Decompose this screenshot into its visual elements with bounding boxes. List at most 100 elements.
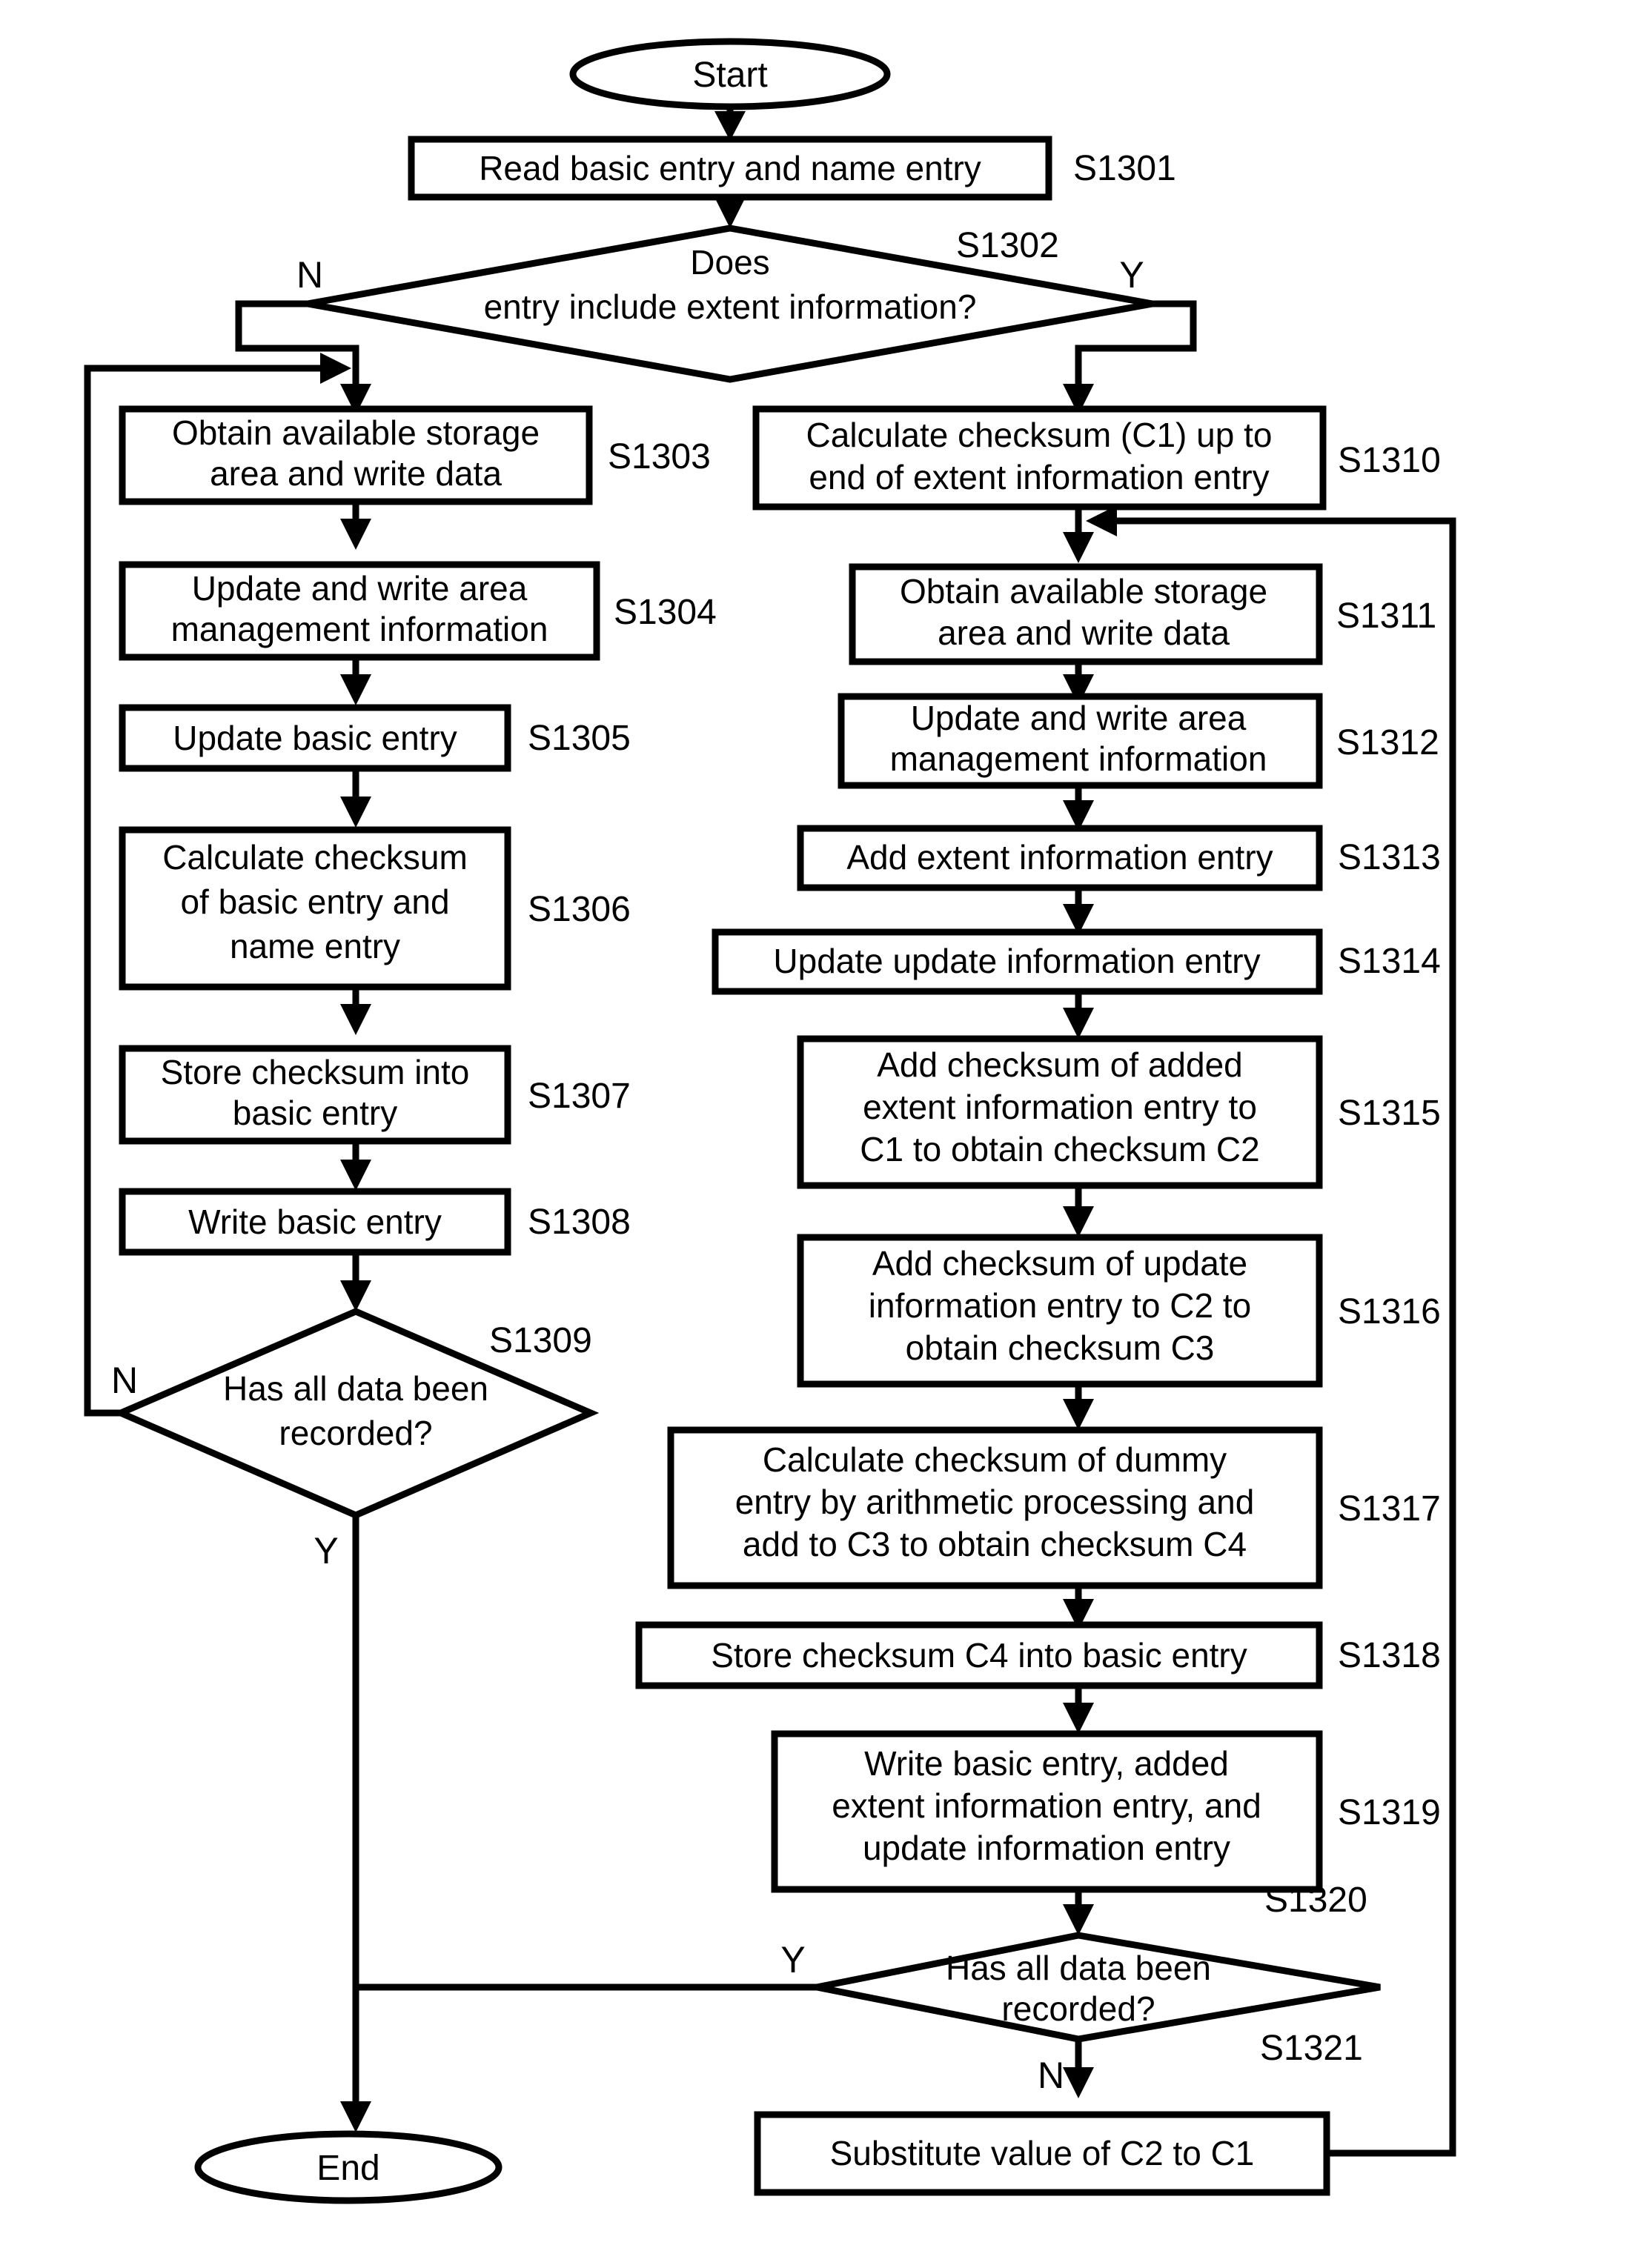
node-s1318: Store checksum C4 into basic entry S1318 — [635, 1621, 1441, 1689]
node-s1301-line-1: Read basic entry and name entry — [479, 149, 981, 187]
connector-s1316-to-s1317 — [1063, 1384, 1094, 1430]
node-s1315-line-2: extent information entry to — [863, 1088, 1257, 1126]
node-s1309-line-2: recorded? — [279, 1414, 432, 1452]
node-s1314-step-label: S1314 — [1338, 942, 1441, 981]
connector-s1304-to-s1305 — [340, 654, 371, 705]
connector-s1314-to-s1315 — [1063, 991, 1094, 1039]
node-s1308: Write basic entry S1308 — [119, 1188, 631, 1256]
node-s1316: Add checksum of update information entry… — [797, 1234, 1441, 1388]
node-s1310-line-1: Calculate checksum (C1) up to — [806, 416, 1273, 454]
node-s1318-step-label: S1318 — [1338, 1636, 1441, 1675]
node-s1309: Has all data been recorded? S1309 N Y — [111, 1308, 600, 1572]
node-s1320-step-label: S1320 — [1264, 1880, 1367, 1920]
node-s1317-line-3: add to C3 to obtain checksum C4 — [743, 1525, 1247, 1563]
node-s1304: Update and write area management informa… — [119, 561, 717, 661]
node-s1306-line-1: Calculate checksum — [162, 838, 468, 877]
node-s1319-line-2: extent information entry, and — [832, 1786, 1261, 1825]
node-s1312-line-1: Update and write area — [911, 699, 1247, 737]
node-s1306-line-2: of basic entry and — [180, 882, 449, 921]
connector-s1305-to-s1306 — [340, 767, 371, 828]
connector-s1307-to-s1308 — [340, 1141, 371, 1191]
node-s1313-step-label: S1313 — [1338, 838, 1441, 877]
node-s1307-line-1: Store checksum into — [161, 1053, 470, 1091]
node-s1304-line-1: Update and write area — [192, 569, 528, 608]
connector-s1309-yes-to-end — [340, 1515, 371, 2132]
node-s1321-line-1: Substitute value of C2 to C1 — [830, 2134, 1255, 2172]
s1309-yes-label: Y — [314, 1530, 338, 1572]
node-s1307-step-label: S1307 — [528, 1077, 631, 1116]
s1320-yes-label: Y — [780, 1939, 805, 1981]
node-s1308-line-1: Write basic entry — [188, 1203, 442, 1241]
node-s1302-line-2: entry include extent information? — [484, 287, 977, 326]
node-s1314: Update update information entry S1314 — [712, 928, 1441, 995]
end-terminal: End — [194, 2130, 503, 2204]
node-s1316-line-1: Add checksum of update — [872, 1244, 1247, 1283]
node-s1306-step-label: S1306 — [528, 890, 631, 929]
node-s1313: Add extent information entry S1313 — [797, 825, 1441, 891]
node-s1303-step-label: S1303 — [608, 437, 711, 476]
node-s1305: Update basic entry S1305 — [119, 704, 631, 772]
node-s1321: Substitute value of C2 to C1 S1321 — [754, 2029, 1363, 2196]
node-s1303-line-1: Obtain available storage — [172, 413, 540, 452]
node-s1315-step-label: S1315 — [1338, 1094, 1441, 1133]
node-s1303-line-2: area and write data — [210, 454, 502, 493]
node-s1303: Obtain available storage area and write … — [119, 405, 711, 505]
end-terminal-label: End — [316, 2149, 379, 2188]
node-s1307: Store checksum into basic entry S1307 — [119, 1045, 631, 1145]
node-s1315-line-3: C1 to obtain checksum C2 — [860, 1130, 1260, 1168]
node-s1302-step-label: S1302 — [956, 226, 1059, 265]
node-s1310-line-2: end of extent information entry — [809, 458, 1269, 496]
connector-s1302-no-branch — [235, 300, 371, 415]
s1309-no-label: N — [111, 1360, 138, 1401]
node-s1305-line-1: Update basic entry — [173, 719, 457, 757]
node-s1312: Update and write area management informa… — [838, 693, 1439, 789]
node-s1310: Calculate checksum (C1) up to end of ext… — [752, 405, 1441, 511]
node-s1312-line-2: management information — [890, 739, 1267, 778]
node-s1306: Calculate checksum of basic entry and na… — [119, 826, 631, 991]
node-s1302: Does entry include extent information? S… — [296, 225, 1153, 383]
node-s1308-step-label: S1308 — [528, 1203, 631, 1242]
node-s1311: Obtain available storage area and write … — [849, 563, 1436, 665]
node-s1319: Write basic entry, added extent informat… — [771, 1730, 1441, 1893]
connector-s1313-to-s1314 — [1063, 888, 1094, 935]
node-s1320-line-2: recorded? — [1001, 1989, 1155, 2028]
node-s1301-step-label: S1301 — [1073, 149, 1176, 188]
connector-s1315-to-s1316 — [1063, 1185, 1094, 1237]
node-s1301: Read basic entry and name entry S1301 — [408, 136, 1176, 201]
node-s1305-step-label: S1305 — [528, 719, 631, 758]
node-s1315-line-1: Add checksum of added — [877, 1045, 1243, 1084]
connector-s1310-to-s1311 — [1063, 508, 1094, 563]
node-s1311-line-2: area and write data — [938, 613, 1230, 652]
node-s1320-line-1: Has all data been — [946, 1949, 1211, 1987]
flowchart-svg: Start Read basic entry and name entry S1… — [84, 38, 1456, 2204]
node-s1319-line-1: Write basic entry, added — [864, 1744, 1229, 1783]
node-s1316-line-3: obtain checksum C3 — [906, 1328, 1215, 1367]
node-s1309-line-1: Has all data been — [223, 1369, 488, 1408]
node-s1313-line-1: Add extent information entry — [846, 838, 1273, 877]
node-s1311-step-label: S1311 — [1336, 596, 1436, 636]
connector-s1308-to-s1309 — [340, 1252, 371, 1311]
connector-s1302-yes-branch — [1063, 300, 1197, 415]
connector-s1318-to-s1319 — [1063, 1686, 1094, 1734]
node-s1316-line-2: information entry to C2 to — [869, 1286, 1251, 1325]
node-s1318-line-1: Store checksum C4 into basic entry — [711, 1636, 1247, 1675]
node-s1319-line-3: update information entry — [863, 1829, 1230, 1867]
start-terminal-label: Start — [692, 56, 767, 95]
node-s1302-line-1: Does — [690, 243, 769, 282]
connector-s1319-to-s1320 — [1063, 1889, 1094, 1935]
flowchart-canvas: Start Read basic entry and name entry S1… — [0, 0, 1635, 2268]
node-s1311-line-1: Obtain available storage — [900, 572, 1267, 611]
node-s1309-step-label: S1309 — [489, 1321, 592, 1360]
connector-start-to-s1301 — [714, 106, 746, 141]
node-s1317-step-label: S1317 — [1338, 1489, 1441, 1529]
connector-s1312-to-s1313 — [1063, 787, 1094, 831]
node-s1314-line-1: Update update information entry — [773, 942, 1260, 980]
node-s1307-line-2: basic entry — [233, 1094, 397, 1132]
node-s1312-step-label: S1312 — [1336, 723, 1439, 762]
node-s1315: Add checksum of added extent information… — [797, 1035, 1441, 1189]
node-s1304-step-label: S1304 — [614, 593, 717, 632]
node-s1310-step-label: S1310 — [1338, 441, 1441, 480]
node-s1306-line-3: name entry — [230, 927, 400, 965]
connector-s1301-to-s1302 — [714, 196, 746, 228]
node-s1317-line-2: entry by arithmetic processing and — [735, 1483, 1255, 1521]
